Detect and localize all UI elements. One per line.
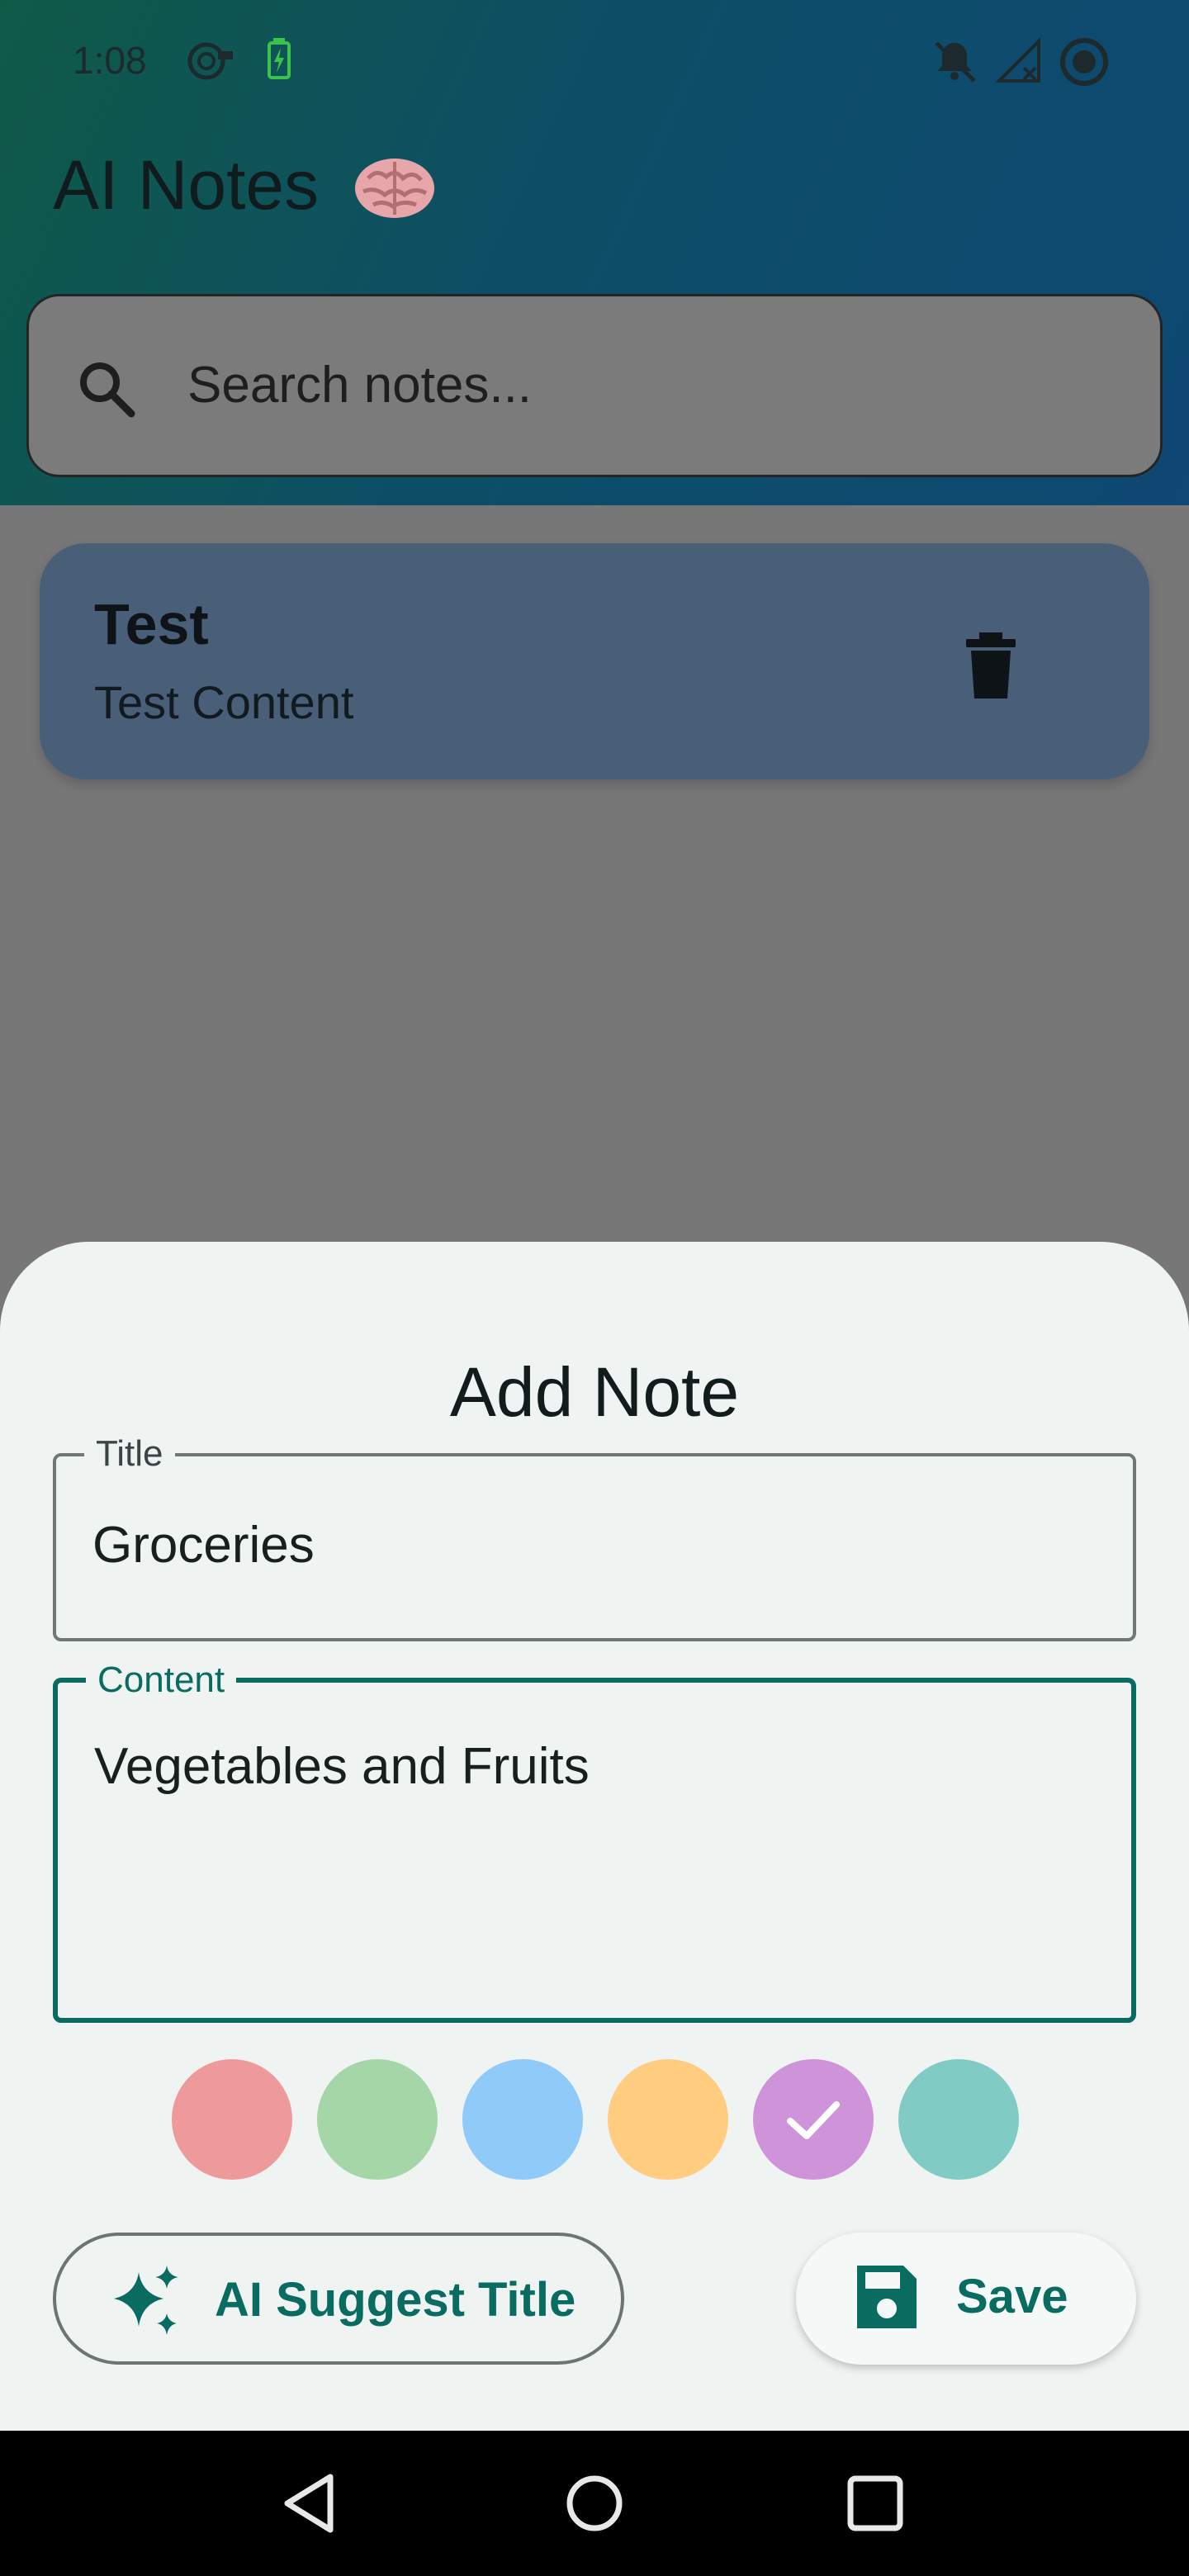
note-title: Test bbox=[94, 592, 209, 656]
recents-icon[interactable] bbox=[844, 2470, 907, 2540]
ai-suggest-title-button[interactable]: AI Suggest Title bbox=[53, 2233, 624, 2365]
sparkles-icon bbox=[109, 2264, 185, 2344]
search-input[interactable]: Search notes... bbox=[26, 294, 1163, 477]
save-button[interactable]: Save bbox=[796, 2233, 1136, 2365]
sheet-title: Add Note bbox=[449, 1353, 740, 1431]
note-card[interactable]: Test Test Content bbox=[40, 543, 1149, 779]
back-icon[interactable] bbox=[281, 2470, 339, 2540]
color-swatch-purple[interactable] bbox=[753, 2059, 874, 2180]
ai-suggest-title-label: AI Suggest Title bbox=[215, 2273, 576, 2327]
add-note-sheet: Add Note Title Groceries Content Vegetab… bbox=[0, 1242, 1189, 2431]
battery-charging-icon bbox=[266, 36, 292, 90]
content-field-label: Content bbox=[86, 1658, 237, 1702]
notifications-off-icon bbox=[930, 36, 979, 90]
navigation-bar bbox=[0, 2431, 1189, 2576]
color-picker bbox=[0, 2059, 1189, 2180]
save-icon bbox=[854, 2262, 920, 2336]
color-swatch-teal[interactable] bbox=[898, 2059, 1019, 2180]
content-field[interactable]: Content Vegetables and Fruits bbox=[53, 1658, 1136, 2023]
content-field-value: Vegetables and Fruits bbox=[94, 1738, 590, 1795]
brain-icon bbox=[352, 154, 438, 227]
note-content: Test Content bbox=[94, 676, 354, 728]
status-time: 1:08 bbox=[73, 39, 147, 82]
no-signal-icon bbox=[994, 36, 1044, 90]
title-field-value: Groceries bbox=[92, 1517, 315, 1574]
search-icon bbox=[73, 356, 140, 426]
color-swatch-orange[interactable] bbox=[608, 2059, 728, 2180]
color-swatch-green[interactable] bbox=[317, 2059, 438, 2180]
title-field[interactable]: Title Groceries bbox=[53, 1432, 1136, 1641]
app-header: 1:08 AI Notes Search notes... bbox=[0, 0, 1189, 505]
title-field-label: Title bbox=[84, 1432, 175, 1476]
podcast-icon bbox=[185, 36, 234, 90]
record-icon bbox=[1059, 36, 1110, 92]
save-button-label: Save bbox=[956, 2270, 1068, 2323]
app-title: AI Notes bbox=[53, 146, 320, 224]
search-placeholder: Search notes... bbox=[187, 357, 533, 414]
color-swatch-blue[interactable] bbox=[462, 2059, 583, 2180]
trash-icon[interactable] bbox=[961, 629, 1021, 706]
color-swatch-red[interactable] bbox=[172, 2059, 292, 2180]
home-icon[interactable] bbox=[561, 2470, 628, 2540]
status-bar: 1:08 bbox=[0, 0, 1189, 124]
check-icon bbox=[787, 2101, 840, 2139]
